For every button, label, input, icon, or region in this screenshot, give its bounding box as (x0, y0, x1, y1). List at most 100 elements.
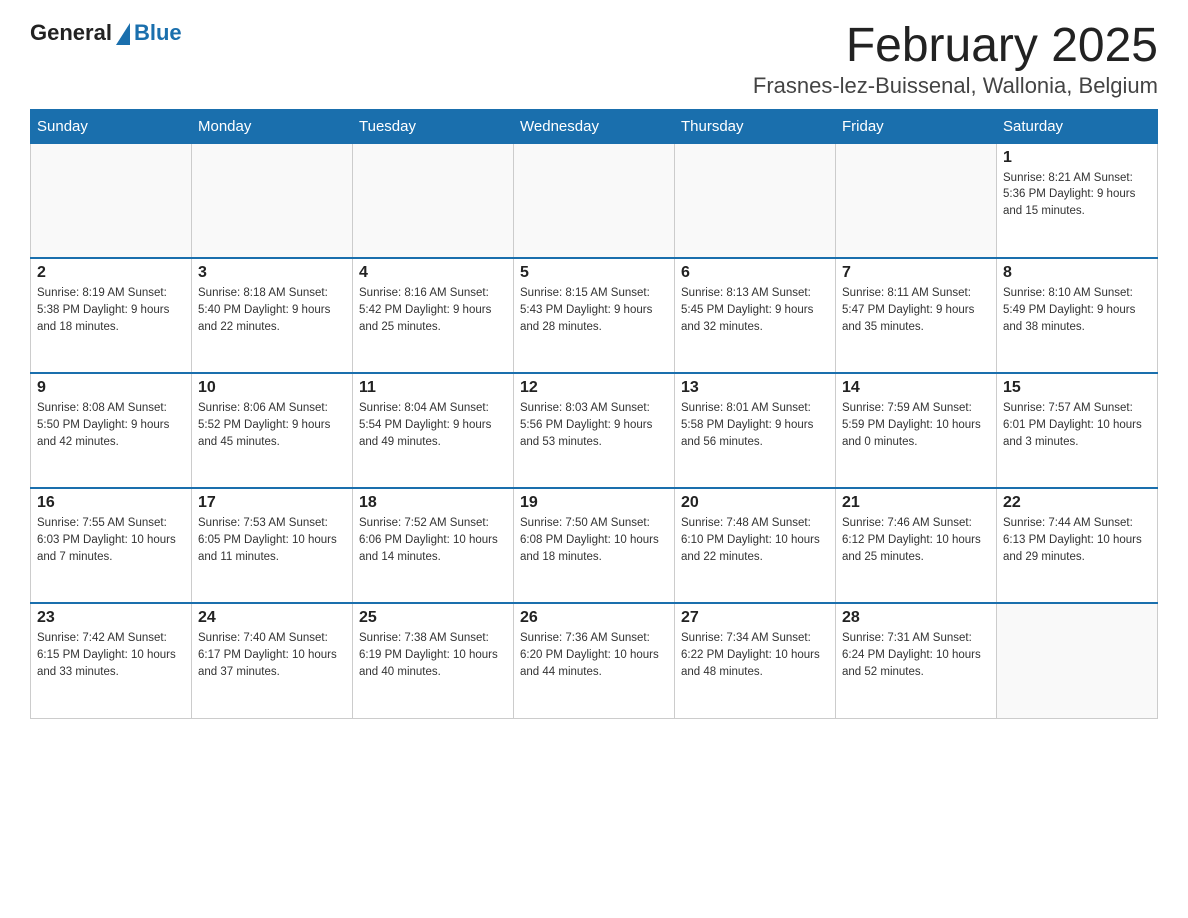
day-of-week-header: Friday (836, 109, 997, 143)
calendar-day-cell: 19 Sunrise: 7:50 AM Sunset: 6:08 PM Dayli… (514, 488, 675, 603)
day-info: Sunrise: 7:38 AM Sunset: 6:19 PM Dayligh… (359, 630, 507, 680)
calendar-day-cell: 25 Sunrise: 7:38 AM Sunset: 6:19 PM Dayli… (353, 603, 514, 718)
day-number: 23 (37, 609, 185, 627)
day-number: 4 (359, 264, 507, 282)
day-number: 20 (681, 494, 829, 512)
day-number: 22 (1003, 494, 1151, 512)
day-info: Sunrise: 8:18 AM Sunset: 5:40 PM Dayligh… (198, 285, 346, 335)
calendar-day-cell: 11 Sunrise: 8:04 AM Sunset: 5:54 PM Dayli… (353, 373, 514, 488)
day-info: Sunrise: 8:10 AM Sunset: 5:49 PM Dayligh… (1003, 285, 1151, 335)
day-info: Sunrise: 8:04 AM Sunset: 5:54 PM Dayligh… (359, 400, 507, 450)
day-info: Sunrise: 8:01 AM Sunset: 5:58 PM Dayligh… (681, 400, 829, 450)
calendar-table: SundayMondayTuesdayWednesdayThursdayFrid… (30, 109, 1158, 719)
calendar-week-row: 23 Sunrise: 7:42 AM Sunset: 6:15 PM Dayli… (31, 603, 1158, 718)
day-number: 8 (1003, 264, 1151, 282)
day-number: 15 (1003, 379, 1151, 397)
day-of-week-header: Saturday (997, 109, 1158, 143)
calendar-day-cell (675, 143, 836, 258)
day-number: 28 (842, 609, 990, 627)
day-number: 25 (359, 609, 507, 627)
day-number: 27 (681, 609, 829, 627)
day-info: Sunrise: 8:15 AM Sunset: 5:43 PM Dayligh… (520, 285, 668, 335)
day-info: Sunrise: 8:06 AM Sunset: 5:52 PM Dayligh… (198, 400, 346, 450)
day-of-week-header: Wednesday (514, 109, 675, 143)
day-number: 5 (520, 264, 668, 282)
calendar-day-cell: 22 Sunrise: 7:44 AM Sunset: 6:13 PM Dayli… (997, 488, 1158, 603)
day-of-week-header: Tuesday (353, 109, 514, 143)
calendar-day-cell: 26 Sunrise: 7:36 AM Sunset: 6:20 PM Dayli… (514, 603, 675, 718)
calendar-day-cell: 14 Sunrise: 7:59 AM Sunset: 5:59 PM Dayli… (836, 373, 997, 488)
day-of-week-header: Monday (192, 109, 353, 143)
day-info: Sunrise: 7:34 AM Sunset: 6:22 PM Dayligh… (681, 630, 829, 680)
calendar-day-cell: 20 Sunrise: 7:48 AM Sunset: 6:10 PM Dayli… (675, 488, 836, 603)
day-info: Sunrise: 7:50 AM Sunset: 6:08 PM Dayligh… (520, 515, 668, 565)
calendar-day-cell: 6 Sunrise: 8:13 AM Sunset: 5:45 PM Daylig… (675, 258, 836, 373)
day-info: Sunrise: 7:44 AM Sunset: 6:13 PM Dayligh… (1003, 515, 1151, 565)
calendar-day-cell: 23 Sunrise: 7:42 AM Sunset: 6:15 PM Dayli… (31, 603, 192, 718)
day-info: Sunrise: 8:13 AM Sunset: 5:45 PM Dayligh… (681, 285, 829, 335)
day-info: Sunrise: 7:55 AM Sunset: 6:03 PM Dayligh… (37, 515, 185, 565)
calendar-week-row: 9 Sunrise: 8:08 AM Sunset: 5:50 PM Daylig… (31, 373, 1158, 488)
day-number: 7 (842, 264, 990, 282)
calendar-day-cell: 7 Sunrise: 8:11 AM Sunset: 5:47 PM Daylig… (836, 258, 997, 373)
day-info: Sunrise: 7:31 AM Sunset: 6:24 PM Dayligh… (842, 630, 990, 680)
logo-blue-text: Blue (134, 20, 182, 46)
calendar-day-cell (192, 143, 353, 258)
day-info: Sunrise: 8:11 AM Sunset: 5:47 PM Dayligh… (842, 285, 990, 335)
title-block: February 2025 Frasnes-lez-Buissenal, Wal… (753, 20, 1158, 99)
calendar-day-cell (353, 143, 514, 258)
calendar-day-cell: 21 Sunrise: 7:46 AM Sunset: 6:12 PM Dayli… (836, 488, 997, 603)
calendar-day-cell: 5 Sunrise: 8:15 AM Sunset: 5:43 PM Daylig… (514, 258, 675, 373)
day-info: Sunrise: 7:57 AM Sunset: 6:01 PM Dayligh… (1003, 400, 1151, 450)
day-info: Sunrise: 7:42 AM Sunset: 6:15 PM Dayligh… (37, 630, 185, 680)
day-number: 21 (842, 494, 990, 512)
calendar-day-cell (514, 143, 675, 258)
day-info: Sunrise: 7:46 AM Sunset: 6:12 PM Dayligh… (842, 515, 990, 565)
day-number: 2 (37, 264, 185, 282)
day-number: 17 (198, 494, 346, 512)
day-number: 24 (198, 609, 346, 627)
day-of-week-header: Sunday (31, 109, 192, 143)
day-of-week-header: Thursday (675, 109, 836, 143)
day-number: 3 (198, 264, 346, 282)
calendar-day-cell: 10Sunrise: 8:06 AM Sunset: 5:52 PM Dayli… (192, 373, 353, 488)
day-info: Sunrise: 7:40 AM Sunset: 6:17 PM Dayligh… (198, 630, 346, 680)
calendar-day-cell (836, 143, 997, 258)
day-info: Sunrise: 8:08 AM Sunset: 5:50 PM Dayligh… (37, 400, 185, 450)
logo: General Blue (30, 20, 182, 46)
day-info: Sunrise: 8:21 AM Sunset: 5:36 PM Dayligh… (1003, 170, 1151, 220)
day-number: 18 (359, 494, 507, 512)
day-number: 1 (1003, 149, 1151, 167)
calendar-day-cell: 24 Sunrise: 7:40 AM Sunset: 6:17 PM Dayli… (192, 603, 353, 718)
calendar-day-cell (31, 143, 192, 258)
calendar-week-row: 16Sunrise: 7:55 AM Sunset: 6:03 PM Dayli… (31, 488, 1158, 603)
day-info: Sunrise: 7:53 AM Sunset: 6:05 PM Dayligh… (198, 515, 346, 565)
page-header: General Blue February 2025 Frasnes-lez-B… (30, 20, 1158, 99)
calendar-day-cell: 16Sunrise: 7:55 AM Sunset: 6:03 PM Dayli… (31, 488, 192, 603)
day-info: Sunrise: 8:16 AM Sunset: 5:42 PM Dayligh… (359, 285, 507, 335)
day-info: Sunrise: 7:59 AM Sunset: 5:59 PM Dayligh… (842, 400, 990, 450)
calendar-title: February 2025 (753, 20, 1158, 73)
calendar-day-cell: 15 Sunrise: 7:57 AM Sunset: 6:01 PM Dayli… (997, 373, 1158, 488)
day-info: Sunrise: 7:48 AM Sunset: 6:10 PM Dayligh… (681, 515, 829, 565)
calendar-day-cell: 9 Sunrise: 8:08 AM Sunset: 5:50 PM Daylig… (31, 373, 192, 488)
day-number: 12 (520, 379, 668, 397)
day-number: 6 (681, 264, 829, 282)
calendar-day-cell: 4 Sunrise: 8:16 AM Sunset: 5:42 PM Daylig… (353, 258, 514, 373)
days-of-week-row: SundayMondayTuesdayWednesdayThursdayFrid… (31, 109, 1158, 143)
day-number: 9 (37, 379, 185, 397)
calendar-day-cell (997, 603, 1158, 718)
day-number: 26 (520, 609, 668, 627)
calendar-day-cell: 1 Sunrise: 8:21 AM Sunset: 5:36 PM Daylig… (997, 143, 1158, 258)
day-number: 14 (842, 379, 990, 397)
calendar-day-cell: 18Sunrise: 7:52 AM Sunset: 6:06 PM Dayli… (353, 488, 514, 603)
day-info: Sunrise: 8:19 AM Sunset: 5:38 PM Dayligh… (37, 285, 185, 335)
calendar-day-cell: 12Sunrise: 8:03 AM Sunset: 5:56 PM Dayli… (514, 373, 675, 488)
day-number: 19 (520, 494, 668, 512)
calendar-day-cell: 8 Sunrise: 8:10 AM Sunset: 5:49 PM Daylig… (997, 258, 1158, 373)
calendar-header: SundayMondayTuesdayWednesdayThursdayFrid… (31, 109, 1158, 143)
day-number: 13 (681, 379, 829, 397)
day-number: 11 (359, 379, 507, 397)
logo-general-text: General (30, 20, 112, 46)
day-info: Sunrise: 7:36 AM Sunset: 6:20 PM Dayligh… (520, 630, 668, 680)
